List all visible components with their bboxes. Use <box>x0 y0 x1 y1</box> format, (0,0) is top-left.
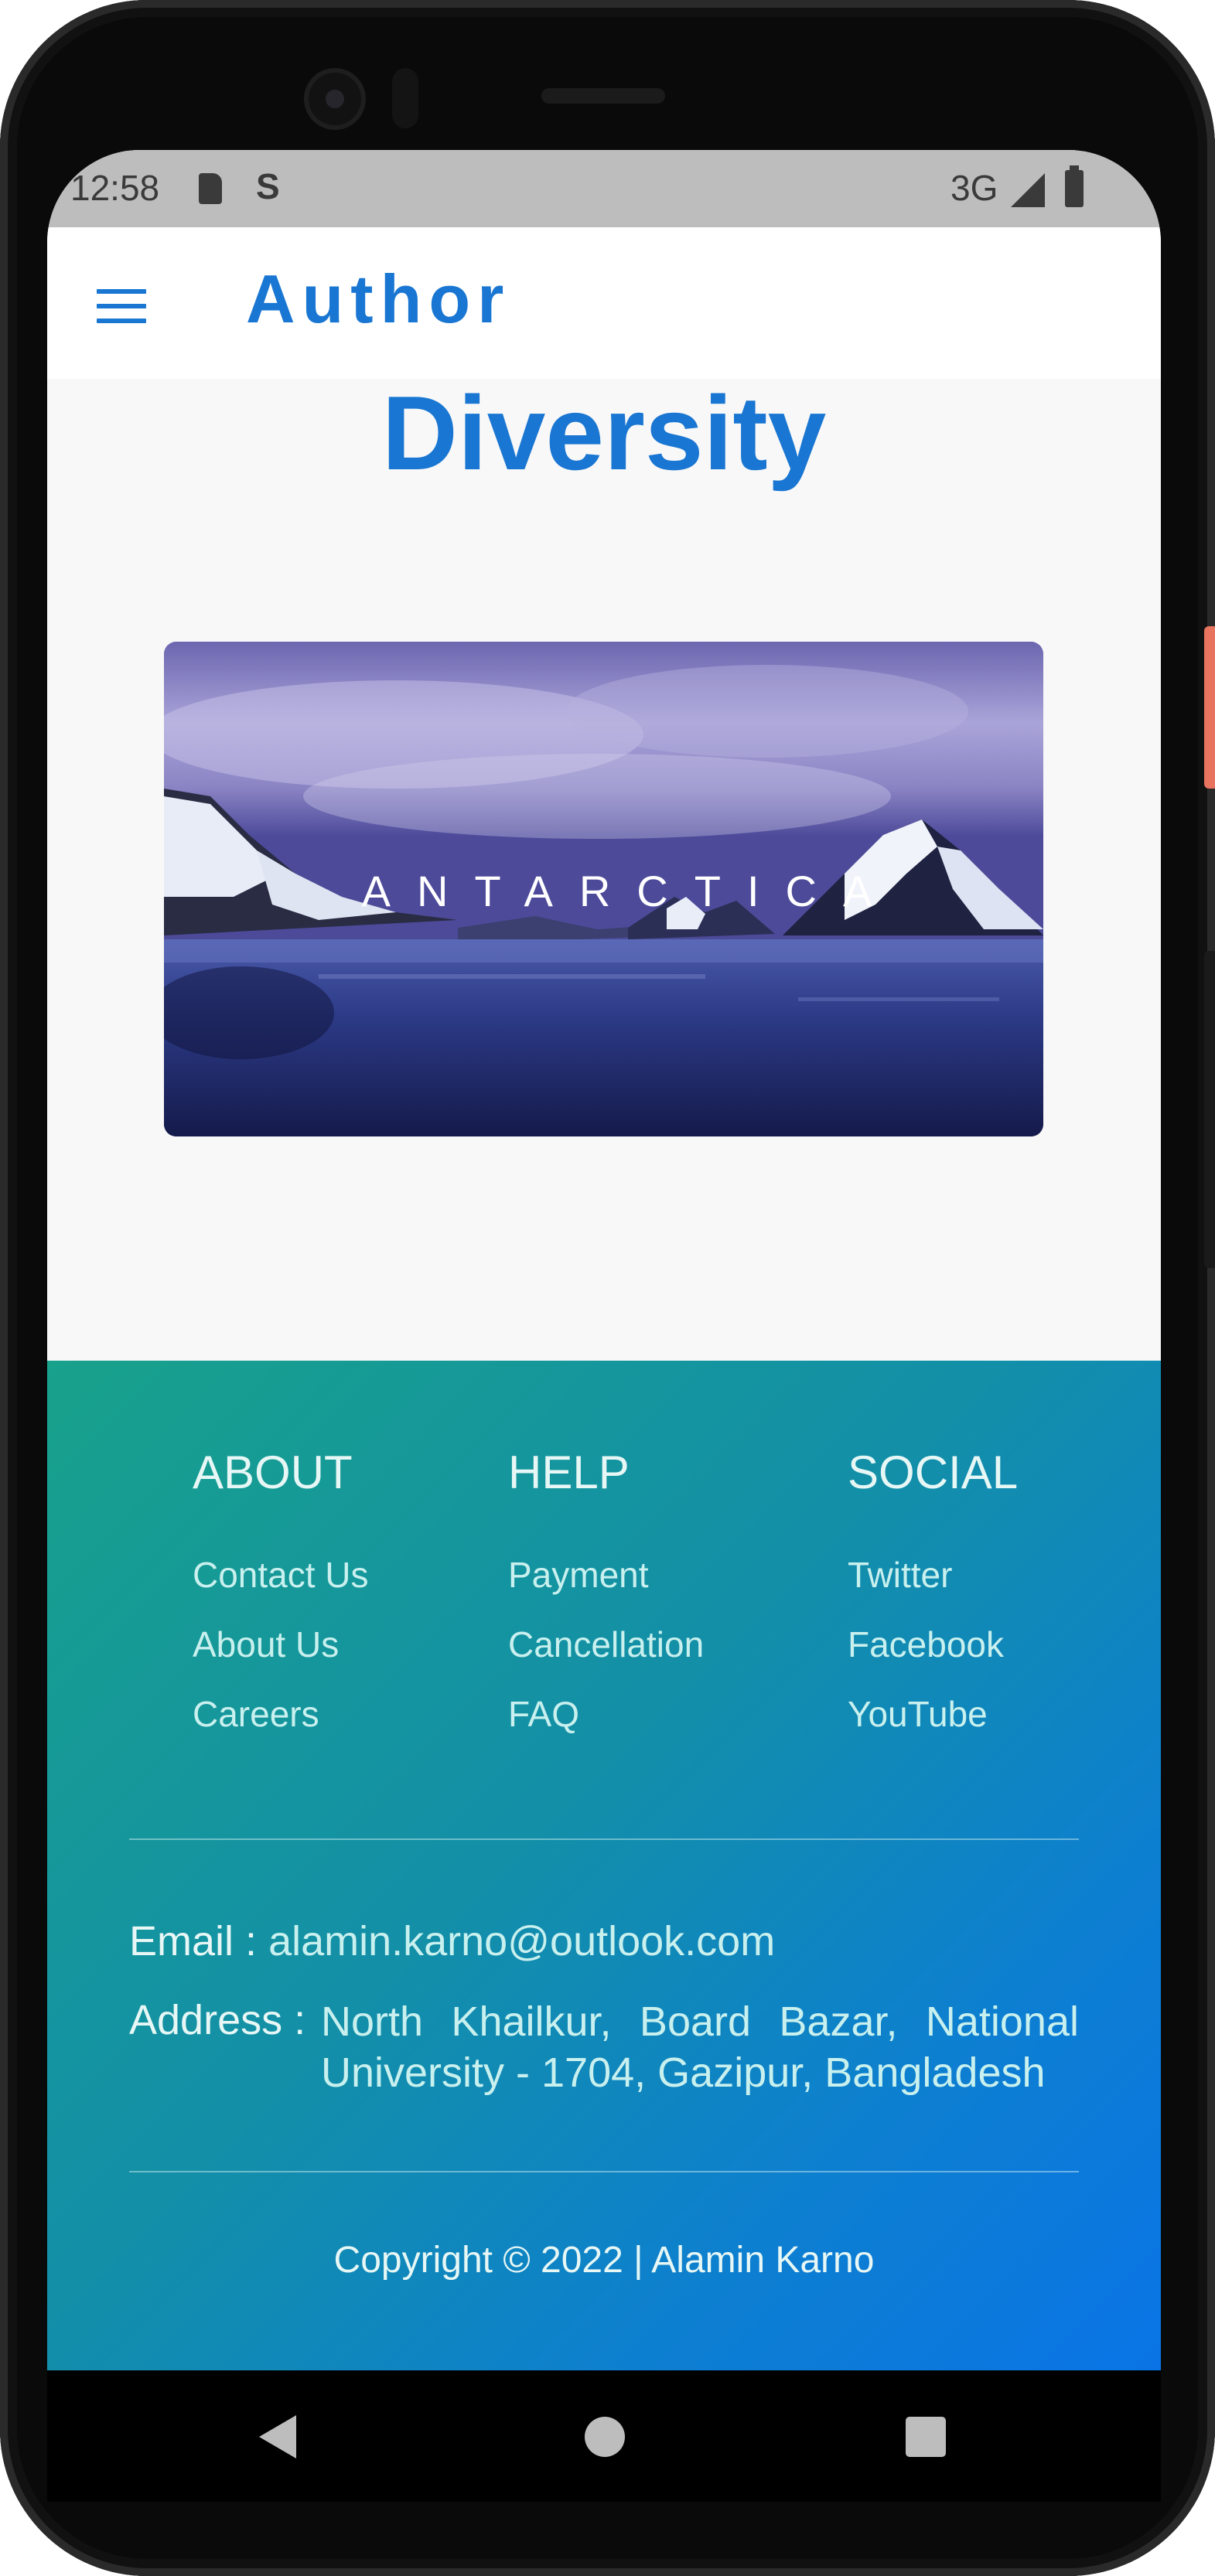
main-content: Diversity ANTARCTICA <box>47 379 1161 1361</box>
back-icon[interactable] <box>259 2415 296 2458</box>
footer: ABOUT Contact Us About Us Careers HELP P… <box>47 1361 1161 2370</box>
signal-icon <box>1011 173 1045 207</box>
footer-link-careers[interactable]: Careers <box>193 1693 319 1735</box>
hamburger-menu-icon[interactable] <box>97 289 146 323</box>
copyright-text: Copyright © 2022 | Alamin Karno <box>333 2240 875 2281</box>
footer-link-faq[interactable]: FAQ <box>508 1693 579 1735</box>
address-value: North Khailkur, Board Bazar, National Un… <box>321 1998 1079 2096</box>
footer-heading-about: ABOUT <box>193 1446 353 1498</box>
recents-icon[interactable] <box>906 2417 946 2457</box>
sd-card-icon <box>199 173 222 204</box>
hero-caption: ANTARCTICA <box>361 867 899 915</box>
s-icon: S <box>256 166 280 206</box>
address-label: Address : <box>129 1997 306 2043</box>
footer-heading-social: SOCIAL <box>848 1446 1019 1498</box>
proximity-sensor <box>392 68 418 128</box>
status-bar: 12:58 S 3G <box>47 150 1161 227</box>
footer-link-contact-us[interactable]: Contact Us <box>193 1554 369 1596</box>
email-line: Email : alamin.karno@outlook.com <box>129 1917 775 1965</box>
status-time: 12:58 <box>70 168 160 208</box>
front-camera <box>304 68 366 130</box>
email-label: Email : <box>129 1918 258 1964</box>
power-button <box>1204 626 1215 789</box>
email-value[interactable]: alamin.karno@outlook.com <box>268 1918 775 1964</box>
footer-divider-bottom <box>129 2171 1079 2172</box>
footer-link-about-us[interactable]: About Us <box>193 1624 339 1665</box>
page-title: Diversity <box>381 374 827 492</box>
battery-icon <box>1065 165 1084 207</box>
volume-button <box>1204 951 1215 1268</box>
earpiece-speaker <box>541 88 665 104</box>
app-bar: Author <box>47 227 1161 379</box>
footer-link-twitter[interactable]: Twitter <box>848 1554 952 1596</box>
screen: 12:58 S 3G Author Diversity ANTARCTICA A… <box>47 150 1161 2370</box>
app-title[interactable]: Author <box>246 260 510 339</box>
footer-link-cancellation[interactable]: Cancellation <box>508 1624 704 1665</box>
system-navigation-bar <box>47 2370 1161 2502</box>
hero-image-card[interactable]: ANTARCTICA <box>164 642 1043 1136</box>
footer-link-youtube[interactable]: YouTube <box>848 1693 988 1735</box>
footer-link-payment[interactable]: Payment <box>508 1554 649 1596</box>
footer-divider-top <box>129 1838 1079 1840</box>
footer-link-facebook[interactable]: Facebook <box>848 1624 1004 1665</box>
home-icon[interactable] <box>585 2417 625 2457</box>
footer-heading-help: HELP <box>508 1446 630 1498</box>
network-type: 3G <box>950 168 998 208</box>
